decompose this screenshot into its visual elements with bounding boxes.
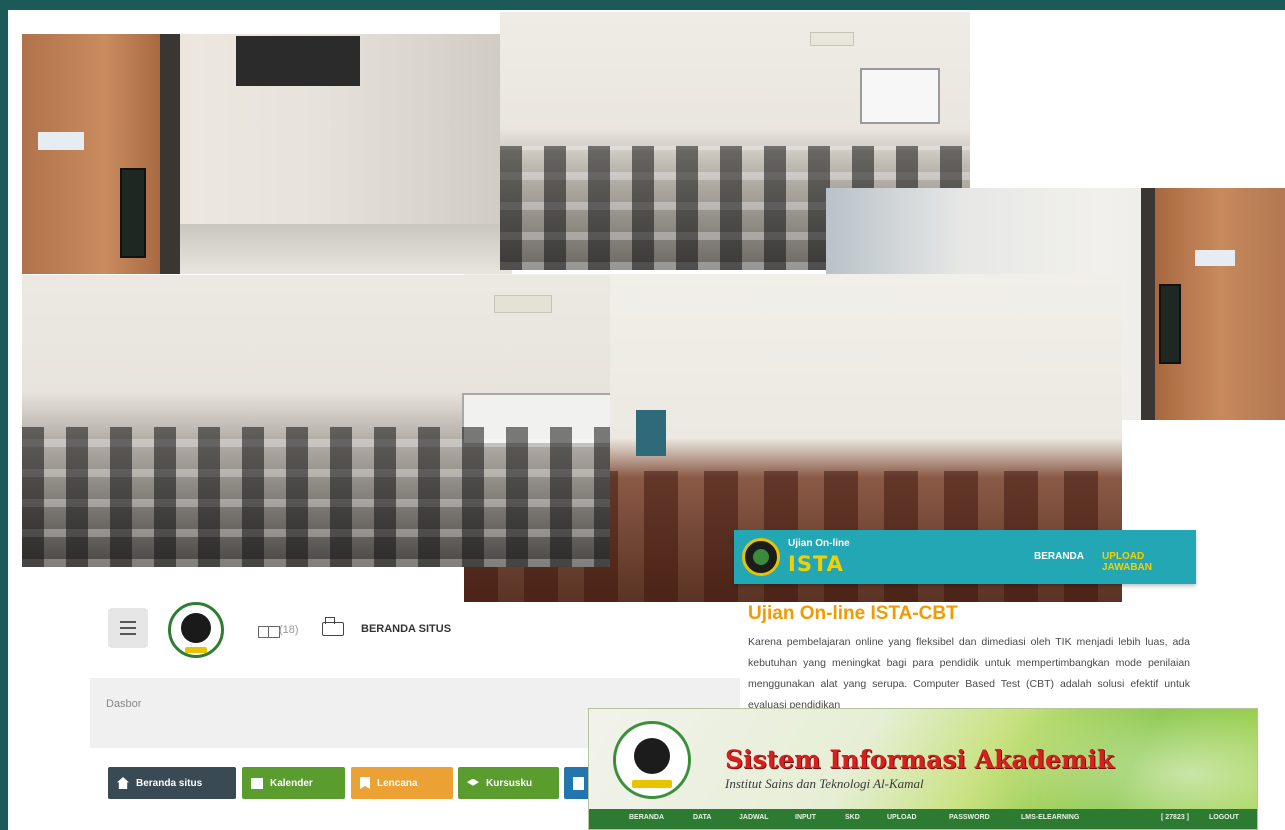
cbt-brand-big: ISTA [788, 552, 844, 576]
badges-button-label: Lencana [377, 777, 418, 789]
cbt-nav-upload-jawaban[interactable]: UPLOAD JAWABAN [1102, 551, 1196, 573]
air-conditioner-2 [494, 295, 552, 313]
door-window-right [1159, 284, 1181, 364]
siakad-nav-jadwal[interactable]: JADWAL [739, 814, 769, 821]
badges-button[interactable]: Lencana [351, 767, 453, 799]
home-icon [117, 777, 129, 789]
ista-logo-icon [742, 538, 780, 576]
cbt-page-title: Ujian On-line ISTA-CBT [748, 603, 958, 624]
siakad-nav-data[interactable]: DATA [693, 814, 711, 821]
window [236, 36, 360, 86]
my-courses-button[interactable]: Kursusku [458, 767, 559, 799]
site-home-button[interactable]: Beranda situs [108, 767, 236, 799]
collage-canvas: Ujian On-line ISTA BERANDA UPLOAD JAWABA… [8, 10, 1285, 830]
calendar-button[interactable]: Kalender [242, 767, 345, 799]
cbt-brand-small: Ujian On-line [788, 538, 850, 549]
calendar-button-label: Kalender [270, 777, 313, 789]
cbt-nav-beranda[interactable]: BERANDA [1034, 551, 1084, 562]
whiteboard [860, 68, 940, 124]
air-conditioner [810, 32, 854, 46]
my-courses-button-label: Kursusku [486, 777, 533, 789]
calendar-icon [251, 777, 263, 789]
corridor-door-photo [22, 34, 512, 274]
classroom-chairs-2 [22, 426, 610, 567]
graduation-cap-icon [467, 778, 479, 786]
hamburger-line [120, 627, 136, 629]
wall-poster [636, 410, 666, 456]
siakad-nav-beranda[interactable]: BERANDA [629, 814, 664, 821]
hamburger-line [120, 621, 136, 623]
document-icon [573, 776, 584, 790]
site-home-link[interactable]: BERANDA SITUS [361, 623, 451, 635]
grid-icon[interactable] [258, 626, 280, 638]
siakad-nav-upload[interactable]: UPLOAD [887, 814, 917, 821]
siakad-nav: BERANDA DATA JADWAL INPUT SKD UPLOAD PAS… [589, 809, 1257, 829]
breadcrumb-dasbor[interactable]: Dasbor [106, 698, 141, 710]
menu-toggle-button[interactable] [108, 608, 148, 648]
ista-logo[interactable] [168, 602, 224, 658]
door-frame [160, 34, 180, 274]
siakad-title: Sistem Informasi Akademik [725, 745, 1115, 774]
folder-icon[interactable] [322, 617, 344, 636]
door-frame-right [1141, 188, 1155, 420]
door-sign [38, 132, 84, 150]
bookmark-icon [360, 777, 370, 789]
corridor-floor [180, 224, 512, 274]
cbt-header: Ujian On-line ISTA BERANDA UPLOAD JAWABA… [734, 530, 1196, 584]
door-sign-right [1195, 250, 1235, 266]
grid-count[interactable]: (18) [279, 624, 299, 636]
cbt-description: Karena pembelajaran online yang fleksibe… [748, 636, 1190, 711]
siakad-nav-skd[interactable]: SKD [845, 814, 860, 821]
large-classroom-photo [22, 275, 610, 567]
ista-seal-icon [613, 721, 691, 799]
siakad-logout[interactable]: LOGOUT [1209, 814, 1239, 821]
site-home-button-label: Beranda situs [136, 777, 203, 789]
siakad-subtitle: Institut Sains dan Teknologi Al-Kamal [725, 776, 924, 791]
door-window [120, 168, 146, 258]
siakad-nav-lms-elearning[interactable]: LMS-ELEARNING [1021, 814, 1079, 821]
siakad-nav-input[interactable]: INPUT [795, 814, 816, 821]
siakad-user-id: [ 27823 ] [1161, 814, 1190, 821]
hamburger-line [120, 633, 136, 635]
siakad-banner: Sistem Informasi Akademik Institut Sains… [588, 708, 1258, 830]
siakad-nav-password[interactable]: PASSWORD [949, 814, 990, 821]
